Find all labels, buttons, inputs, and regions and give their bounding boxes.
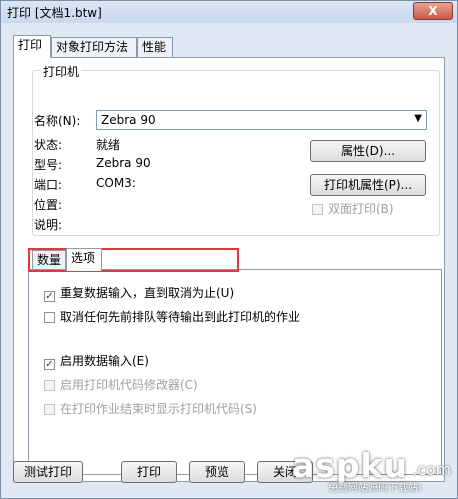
printer-properties-button[interactable]: 打印机属性(P)... — [310, 174, 426, 196]
option-enable-data-input-row[interactable]: ✓ 启用数据输入(E) — [44, 352, 149, 370]
printer-name-label: 名称(N): — [34, 114, 81, 128]
port-value: COM3: — [96, 176, 136, 190]
duplex-label: 双面打印(B) — [328, 202, 394, 216]
highlight-box — [28, 248, 239, 272]
option-show-printer-code-row: 在打印作业结束时显示打印机代码(S) — [44, 400, 257, 417]
print-button[interactable]: 打印 — [121, 461, 177, 483]
duplex-checkbox-row: 双面打印(B) — [312, 200, 394, 217]
port-label: 端口: — [34, 178, 63, 192]
test-print-button[interactable]: 测试打印 — [13, 461, 83, 483]
printer-group-label: 打印机 — [41, 63, 82, 80]
option-code-modifier-checkbox — [44, 380, 55, 391]
duplex-checkbox — [312, 204, 323, 215]
watermark: aspku .com 免费网站源码下载站! — [288, 446, 458, 499]
chevron-down-icon[interactable]: ▼ — [414, 113, 422, 124]
preview-button[interactable]: 预览 — [189, 461, 245, 483]
location-label: 位置: — [34, 198, 63, 212]
tab-object-print-method[interactable]: 对象打印方法 — [51, 37, 137, 57]
option-repeat-input-row[interactable]: ✓ 重复数据输入，直到取消为止(U) — [44, 284, 234, 302]
checkmark-icon[interactable]: ✓ — [44, 291, 55, 302]
model-label: 型号: — [34, 158, 63, 172]
option-show-printer-code-label: 在打印作业结束时显示打印机代码(S) — [60, 402, 257, 416]
option-code-modifier-row: 启用打印机代码修改器(C) — [44, 376, 198, 393]
tab-print[interactable]: 打印 — [13, 35, 51, 58]
option-cancel-queued-label: 取消任何先前排队等待输出到此打印机的作业 — [60, 310, 301, 324]
tab-performance[interactable]: 性能 — [137, 37, 173, 57]
watermark-tagline: 免费网站源码下载站! — [328, 483, 423, 494]
option-show-printer-code-checkbox — [44, 404, 55, 415]
status-value: 就绪 — [96, 138, 121, 152]
close-window-button[interactable]: X — [413, 2, 453, 20]
subtab-options[interactable]: 选项 — [66, 248, 102, 271]
title-bar[interactable]: 打印 [文档1.btw] X — [1, 1, 457, 23]
option-cancel-queued-checkbox[interactable] — [44, 312, 55, 323]
model-value: Zebra 90 — [96, 156, 151, 170]
checkmark-icon[interactable]: ✓ — [44, 359, 55, 370]
printer-name-select[interactable]: Zebra 90 ▼ — [96, 110, 427, 130]
comment-label: 说明: — [34, 218, 63, 232]
status-label: 状态: — [34, 138, 63, 152]
option-code-modifier-label: 启用打印机代码修改器(C) — [60, 378, 198, 392]
option-cancel-queued-row[interactable]: 取消任何先前排队等待输出到此打印机的作业 — [44, 308, 300, 325]
option-enable-data-input-label: 启用数据输入(E) — [60, 354, 149, 368]
properties-button[interactable]: 属性(D)... — [310, 140, 426, 162]
option-repeat-input-label: 重复数据输入，直到取消为止(U) — [60, 286, 235, 300]
watermark-suffix: .com — [412, 460, 452, 479]
printer-name-value: Zebra 90 — [101, 113, 156, 127]
window-title: 打印 [文档1.btw] — [7, 6, 102, 20]
